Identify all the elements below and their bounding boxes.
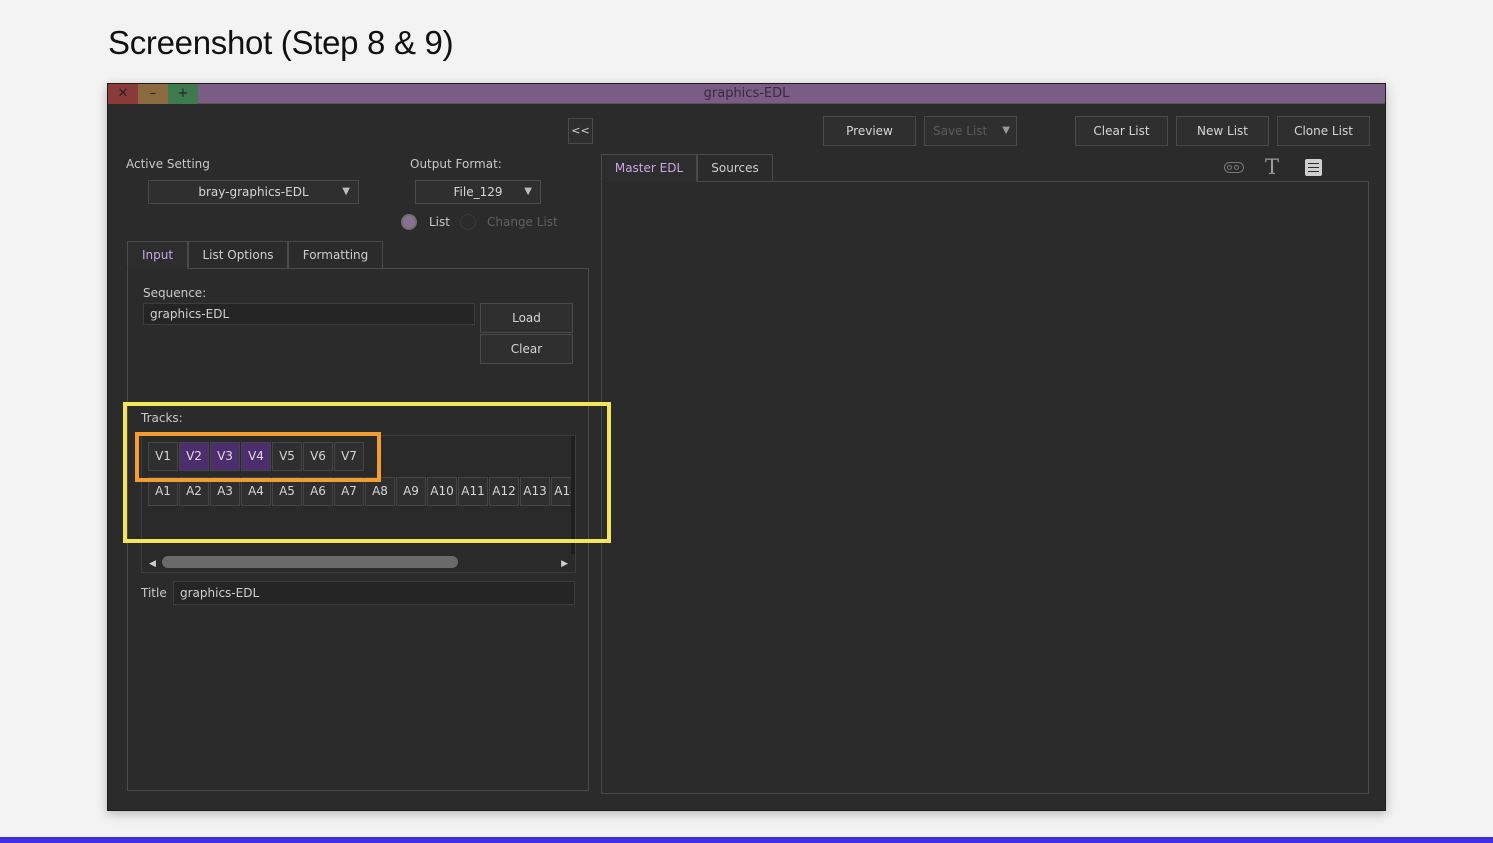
list-radio-label: List [429,215,450,229]
track-v1[interactable]: V1 [148,442,178,471]
track-a10[interactable]: A10 [427,477,457,506]
active-setting-value: bray-graphics-EDL [198,185,309,199]
tab-input[interactable]: Input [127,241,188,269]
window-title: graphics-EDL [703,86,790,101]
scroll-left-icon[interactable]: ◀ [149,554,156,572]
track-a3[interactable]: A3 [210,477,240,506]
list-radio[interactable] [401,214,417,230]
collapse-button[interactable]: << [568,118,593,144]
active-setting-dropdown[interactable]: bray-graphics-EDL ▼ [148,180,359,204]
new-list-button[interactable]: New List [1176,116,1269,146]
title-label: Title [141,586,167,600]
tab-sources[interactable]: Sources [697,154,773,181]
track-v6[interactable]: V6 [303,442,333,471]
chevron-down-icon: ▼ [1002,125,1010,136]
titlebar: ✕ – + graphics-EDL [108,84,1385,104]
tracks-label: Tracks: [141,411,183,425]
list-icon[interactable] [1305,159,1322,176]
track-a8[interactable]: A8 [365,477,395,506]
track-v7[interactable]: V7 [334,442,364,471]
save-list-button[interactable]: Save List ▼ [924,116,1017,146]
sequence-field[interactable]: graphics-EDL [143,303,475,325]
track-a1[interactable]: A1 [148,477,178,506]
tab-master-edl[interactable]: Master EDL [601,154,697,182]
track-a5[interactable]: A5 [272,477,302,506]
title-field[interactable]: graphics-EDL [173,581,575,605]
slide-title: Screenshot (Step 8 & 9) [108,24,454,61]
scrollbar-thumb[interactable] [162,556,458,568]
text-icon[interactable]: T [1265,155,1279,179]
track-a4[interactable]: A4 [241,477,271,506]
track-a12[interactable]: A12 [489,477,519,506]
active-setting-label: Active Setting [126,157,210,171]
chevron-down-icon: ▼ [342,186,350,197]
chevron-down-icon: ▼ [524,186,532,197]
track-v2[interactable]: V2 [179,442,209,471]
load-button[interactable]: Load [480,303,573,333]
track-a6[interactable]: A6 [303,477,333,506]
save-list-label: Save List [933,124,988,138]
change-list-radio-label: Change List [487,215,558,229]
track-a13[interactable]: A13 [520,477,550,506]
scroll-right-icon[interactable]: ▶ [561,554,568,572]
track-v4[interactable]: V4 [241,442,271,471]
sequence-label: Sequence: [143,286,207,300]
output-format-label: Output Format: [410,157,502,171]
master-edl-panel [601,181,1369,794]
preview-button[interactable]: Preview [823,116,916,146]
track-a11[interactable]: A11 [458,477,488,506]
clear-button[interactable]: Clear [480,334,573,364]
toggle-icon[interactable] [1224,162,1244,173]
track-v3[interactable]: V3 [210,442,240,471]
output-format-value: File_129 [453,185,503,199]
change-list-radio[interactable] [460,214,476,230]
track-a9[interactable]: A9 [396,477,426,506]
vertical-scrollbar[interactable] [571,436,575,554]
tab-formatting[interactable]: Formatting [288,241,383,268]
clone-list-button[interactable]: Clone List [1277,116,1370,146]
output-format-dropdown[interactable]: File_129 ▼ [415,180,541,204]
track-a2[interactable]: A2 [179,477,209,506]
tracks-area: V1 V2 V3 V4 V5 V6 V7 A1 A2 A3 A4 A5 A6 A7 A8 A9 A10 A11 A… [141,435,576,573]
tab-list-options[interactable]: List Options [188,241,288,268]
clear-list-button[interactable]: Clear List [1075,116,1168,146]
track-v5[interactable]: V5 [272,442,302,471]
track-a7[interactable]: A7 [334,477,364,506]
accent-bar [0,837,1493,843]
